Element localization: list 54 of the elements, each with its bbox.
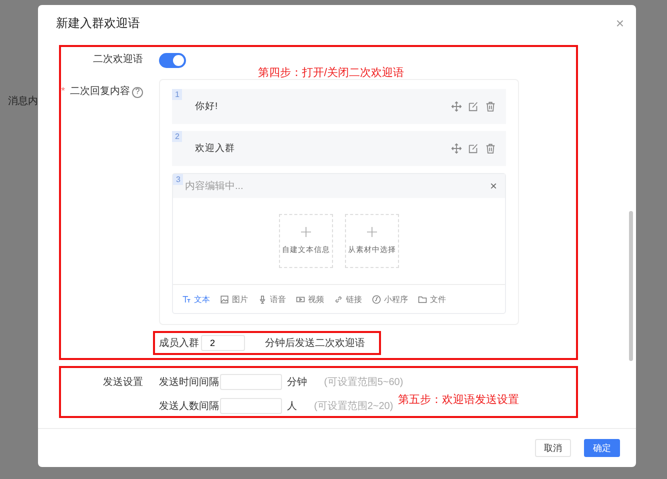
- content-type-tab[interactable]: 文本: [182, 294, 210, 304]
- delete-icon[interactable]: [485, 101, 496, 112]
- annotation-text: 第四步：打开/关闭二次欢迎语: [258, 66, 404, 80]
- content-type-icon: [418, 294, 427, 304]
- content-type-icon: [334, 294, 343, 304]
- range-hint: (可设置范围5~60): [324, 376, 404, 389]
- help-icon[interactable]: ?: [132, 86, 143, 98]
- content-type-icon: [182, 294, 191, 304]
- index-badge: 2: [172, 131, 182, 142]
- field-label: 二次回复内容: [70, 84, 130, 99]
- delay-prefix: 成员入群: [159, 336, 199, 350]
- scrollbar[interactable]: [629, 211, 633, 361]
- unit-label: 人: [287, 400, 297, 413]
- content-type-icon: [372, 294, 381, 304]
- content-type-tab[interactable]: 文件: [418, 294, 446, 304]
- content-type-tab[interactable]: 链接: [334, 294, 362, 304]
- plus-icon: [301, 227, 311, 237]
- required-mark: *: [61, 85, 65, 99]
- field-label: 发送设置: [102, 376, 143, 390]
- content-type-icon: [296, 294, 305, 304]
- close-button[interactable]: ×: [612, 15, 628, 31]
- message-text: 欢迎入群: [195, 142, 236, 155]
- close-button[interactable]: ×: [490, 179, 497, 193]
- message-text: 你好!: [195, 100, 219, 113]
- content-type-icon: [258, 294, 267, 304]
- move-icon[interactable]: [451, 143, 462, 154]
- editor-status: 内容编辑中...: [185, 180, 244, 193]
- setting-label: 发送人数间隔: [159, 400, 219, 413]
- move-icon[interactable]: [451, 101, 462, 112]
- edit-icon[interactable]: [468, 143, 479, 154]
- index-badge: 1: [172, 89, 182, 100]
- interval-input[interactable]: [220, 398, 282, 414]
- background-label: 消息内: [8, 94, 38, 108]
- index-badge: 3: [173, 174, 184, 185]
- plus-icon: [367, 227, 377, 237]
- delay-suffix: 分钟后发送二次欢迎语: [265, 336, 365, 350]
- content-type-tab[interactable]: 图片: [220, 294, 248, 304]
- dialog-title: 新建入群欢迎语: [56, 14, 140, 32]
- interval-input[interactable]: [220, 374, 282, 390]
- content-type-icon: [220, 294, 229, 304]
- content-type-tab[interactable]: 视频: [296, 294, 324, 304]
- delete-icon[interactable]: [485, 143, 496, 154]
- toggle-switch[interactable]: [159, 53, 186, 68]
- content-type-tab[interactable]: 小程序: [372, 294, 408, 304]
- delay-input[interactable]: 2: [201, 335, 245, 351]
- field-label: 二次欢迎语: [92, 52, 143, 67]
- range-hint: (可设置范围2~20): [314, 400, 394, 413]
- unit-label: 分钟: [287, 376, 307, 389]
- annotation-text: 第五步：欢迎语发送设置: [398, 392, 519, 407]
- setting-label: 发送时间间隔: [159, 376, 219, 389]
- content-type-tab[interactable]: 语音: [258, 294, 286, 304]
- cancel-button[interactable]: 取消: [535, 439, 571, 457]
- edit-icon[interactable]: [468, 101, 479, 112]
- confirm-button[interactable]: 确定: [584, 439, 620, 457]
